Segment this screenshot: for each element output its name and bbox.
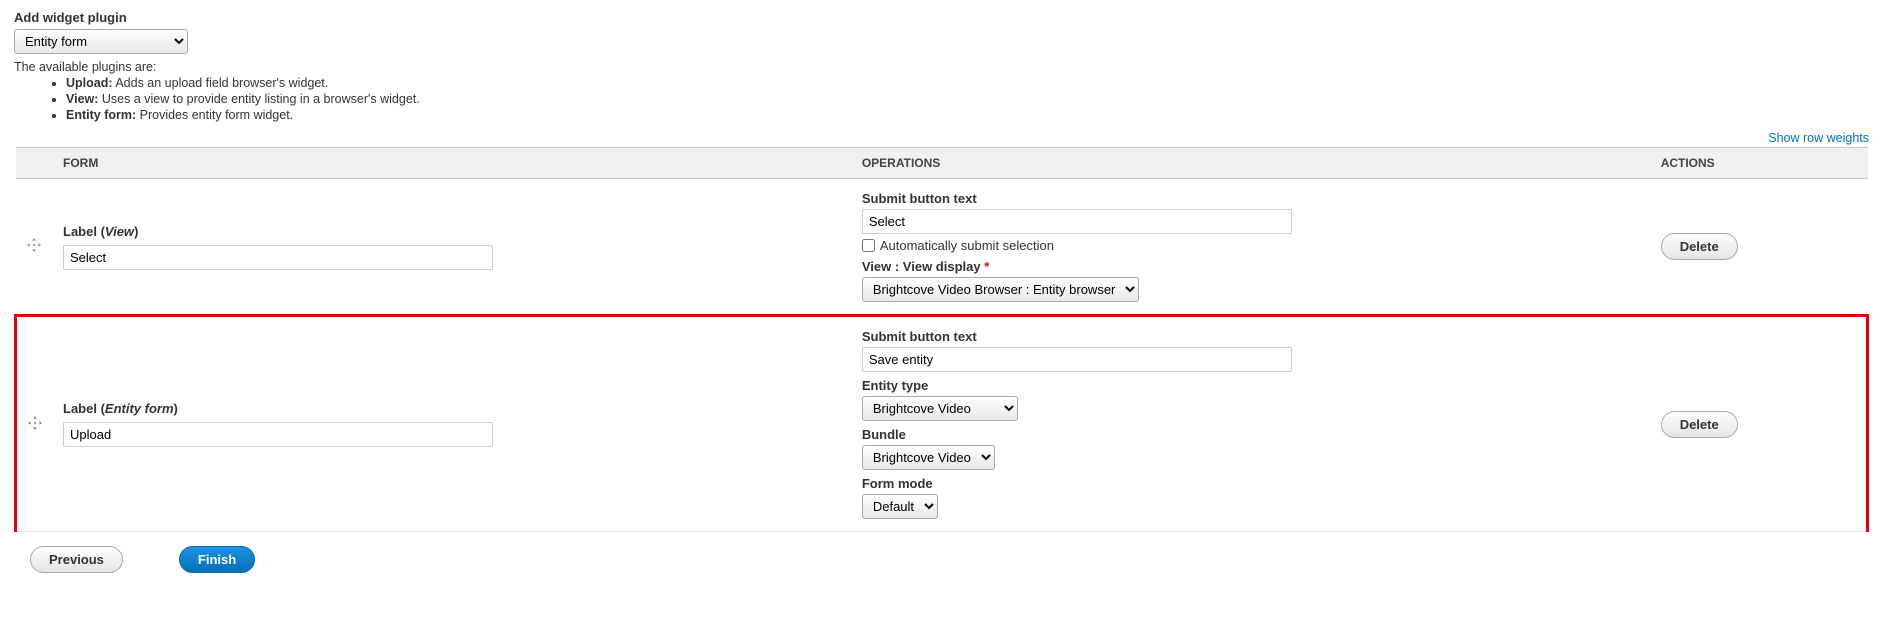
plugin-list: Upload: Adds an upload field browser's w… (66, 76, 1869, 122)
submit-button-text-label: Submit button text (862, 329, 1641, 344)
add-widget-plugin-label: Add widget plugin (14, 10, 1869, 25)
drag-handle-icon[interactable] (26, 238, 42, 254)
widget-table: FORM OPERATIONS ACTIONS Label (View) Sub… (14, 147, 1869, 532)
row-label: Label (Entity form) (63, 401, 842, 416)
table-row: Label (View) Submit button text Automati… (16, 179, 1868, 316)
delete-button[interactable]: Delete (1661, 411, 1738, 438)
bundle-label: Bundle (862, 427, 1641, 442)
plugin-select[interactable]: Entity form (14, 29, 188, 54)
helper-text: The available plugins are: (14, 60, 1869, 74)
table-row: Label (Entity form) Submit button text E… (16, 316, 1868, 532)
view-display-label: View : View display * (862, 259, 1641, 274)
column-header-actions: ACTIONS (1651, 148, 1868, 179)
auto-submit-label: Automatically submit selection (880, 238, 1054, 253)
finish-button[interactable]: Finish (179, 546, 255, 573)
plugin-list-item: Upload: Adds an upload field browser's w… (66, 76, 1869, 90)
entity-type-label: Entity type (862, 378, 1641, 393)
form-mode-label: Form mode (862, 476, 1641, 491)
bundle-select[interactable]: Brightcove Video (862, 445, 995, 470)
label-input[interactable] (63, 245, 493, 270)
show-row-weights-link[interactable]: Show row weights (1768, 131, 1869, 145)
column-header-form: FORM (53, 148, 852, 179)
submit-button-text-input[interactable] (862, 209, 1292, 234)
form-mode-select[interactable]: Default (862, 494, 938, 519)
drag-handle-icon[interactable] (27, 416, 43, 432)
submit-button-text-input[interactable] (862, 347, 1292, 372)
view-display-select[interactable]: Brightcove Video Browser : Entity browse… (862, 277, 1139, 302)
row-label: Label (View) (63, 224, 842, 239)
auto-submit-checkbox[interactable] (862, 239, 875, 252)
previous-button[interactable]: Previous (30, 546, 123, 573)
column-header-operations: OPERATIONS (852, 148, 1651, 179)
label-input[interactable] (63, 422, 493, 447)
entity-type-select[interactable]: Brightcove Video (862, 396, 1018, 421)
submit-button-text-label: Submit button text (862, 191, 1641, 206)
plugin-list-item: Entity form: Provides entity form widget… (66, 108, 1869, 122)
delete-button[interactable]: Delete (1661, 233, 1738, 260)
plugin-list-item: View: Uses a view to provide entity list… (66, 92, 1869, 106)
